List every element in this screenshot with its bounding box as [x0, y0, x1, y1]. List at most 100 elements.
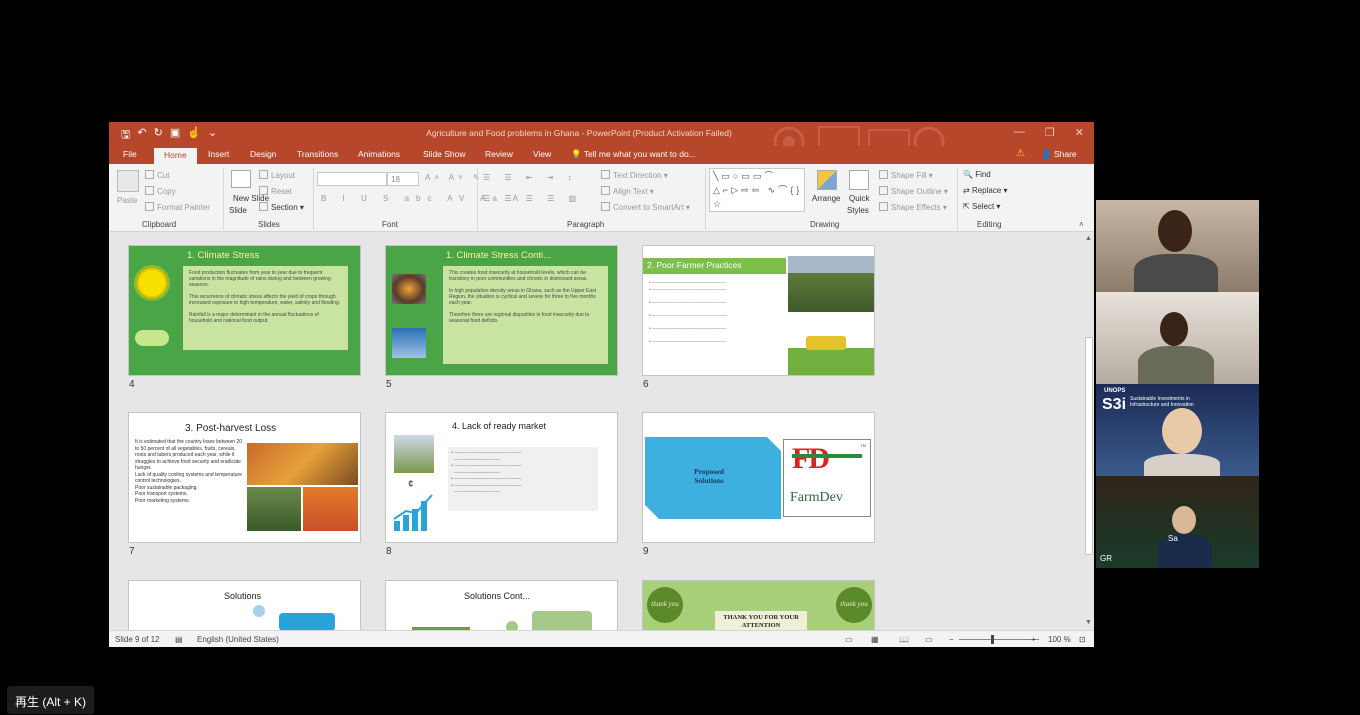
slide-count: Slide 9 of 12 — [115, 635, 160, 644]
slide-thumbnail-4[interactable]: 1. Climate Stress Food production fluctu… — [128, 245, 361, 376]
quick-styles-button[interactable]: Quick — [849, 194, 869, 203]
list-buttons[interactable]: ☰ ☰ ⇤ ⇥ ↕ — [483, 173, 578, 182]
cloud-icon — [135, 330, 169, 346]
slide-thumbnail-12[interactable]: thank you thank you THANK YOU FOR YOUR A… — [642, 580, 875, 630]
arrange-icon[interactable] — [817, 170, 837, 190]
reset-button[interactable]: Reset — [259, 186, 292, 196]
video-tile-participant-4[interactable]: Sa GR — [1096, 476, 1259, 568]
layout-button[interactable]: Layout — [259, 170, 295, 180]
quick-styles-sub: Styles — [847, 206, 869, 215]
restore-icon[interactable]: ❐ — [1045, 126, 1055, 139]
slide-thumbnail-9[interactable]: Proposed Solutions FD FarmDev TM — [642, 412, 875, 543]
warning-icon[interactable]: ⚠ — [1016, 148, 1025, 159]
clipboard-group-label: Clipboard — [142, 220, 177, 229]
zoom-out-icon[interactable]: − — [949, 635, 954, 644]
paragraph-group-label: Paragraph — [567, 220, 605, 229]
language-indicator[interactable]: English (United States) — [197, 635, 279, 644]
tab-file[interactable]: File — [123, 149, 137, 159]
tab-home[interactable]: Home — [154, 148, 197, 164]
fit-to-window-icon[interactable]: ⊡ — [1079, 635, 1086, 644]
convert-smartart-button[interactable]: Convert to SmartArt ▾ — [601, 202, 690, 212]
vertical-scrollbar[interactable]: ▲ ▼ — [1084, 233, 1094, 630]
start-from-beginning-icon[interactable]: ▣ — [170, 126, 180, 145]
slide-thumbnail-6[interactable]: 2. Poor Farmer Practices • ─────────────… — [642, 245, 875, 376]
zoom-slider-thumb[interactable] — [991, 635, 994, 644]
font-size-buttons[interactable]: A˄ A˅ ✎ — [425, 173, 484, 182]
normal-view-icon[interactable]: ▭ — [845, 635, 853, 644]
tab-animations[interactable]: Animations — [358, 149, 400, 159]
zoom-in-icon[interactable]: + — [1031, 635, 1036, 644]
slide-thumbnail-7[interactable]: 3. Post-harvest Loss It is estimated tha… — [128, 412, 361, 543]
thank-you-message: THANK YOU FOR YOUR ATTENTION — [715, 611, 807, 630]
s3i-subtitle: Sustainable Investments in Infrastructur… — [1130, 396, 1194, 408]
redo-icon[interactable]: ↻ — [154, 126, 163, 145]
align-buttons[interactable]: ☰ ☰ ☰ ☰ ▥ — [483, 194, 582, 203]
new-slide-icon[interactable] — [231, 170, 251, 188]
slide-thumbnail-5[interactable]: 1. Climate Stress Conti... This creates … — [385, 245, 618, 376]
quick-styles-icon[interactable] — [849, 170, 869, 190]
shapes-gallery[interactable]: ╲▭○▭▭⌒ △⌐▷⇨⇦ ∿⌒{}☆ — [709, 168, 805, 212]
shape-fill-button[interactable]: Shape Fill ▾ — [879, 170, 933, 180]
undo-icon[interactable]: ↶ — [137, 126, 146, 145]
corner-fold — [767, 437, 781, 451]
collapse-ribbon-icon[interactable]: ˄ — [1079, 220, 1084, 229]
cut-button[interactable]: Cut — [145, 170, 169, 180]
shape-fill-label: Shape Fill — [891, 171, 927, 180]
flood-image — [392, 328, 426, 358]
powerpoint-window: 🖫 ↶ ↻ ▣ ☝ ⌄ Agriculture and Food problem… — [109, 122, 1094, 647]
scroll-up-icon[interactable]: ▲ — [1085, 235, 1092, 242]
arrange-button[interactable]: Arrange — [812, 194, 840, 203]
slide-thumbnail-8[interactable]: 4. Lack of ready market ¢ • ────────────… — [385, 412, 618, 543]
slide-thumbnail-10[interactable]: Solutions — [128, 580, 361, 630]
paint-bucket-icon — [879, 170, 888, 179]
customize-toolbar-icon[interactable]: ⌄ — [208, 126, 217, 145]
copy-button[interactable]: Copy — [145, 186, 176, 196]
save-icon[interactable]: 🖫 — [121, 126, 130, 145]
shape-effects-button[interactable]: Shape Effects ▾ — [879, 202, 947, 212]
zoom-slider[interactable] — [959, 639, 1039, 640]
format-painter-button[interactable]: Format Painter — [145, 202, 210, 212]
tractor-icon — [806, 336, 846, 350]
lightbulb-icon: 💡 — [571, 149, 584, 159]
tab-view[interactable]: View — [533, 149, 551, 159]
play-shortcut-hint[interactable]: 再生 (Alt + K) — [7, 686, 94, 714]
align-text-button[interactable]: Align Text ▾ — [601, 186, 654, 196]
minimize-icon[interactable]: — — [1014, 126, 1025, 139]
paste-icon[interactable] — [117, 170, 139, 192]
tab-slide-show[interactable]: Slide Show — [423, 149, 466, 159]
select-button[interactable]: ⇱ Select ▾ — [963, 202, 1000, 211]
slide-8-text-box: • ─────────────────── ───────────── • ───… — [448, 447, 598, 511]
slideshow-view-icon[interactable]: ▭ — [925, 635, 933, 644]
video-tile-participant-1[interactable] — [1096, 200, 1259, 292]
video-tile-participant-2[interactable] — [1096, 292, 1259, 384]
share-button[interactable]: 👤 Share — [1041, 149, 1077, 160]
copy-label: Copy — [157, 187, 176, 196]
reset-icon — [259, 186, 268, 195]
font-name-box[interactable] — [317, 172, 387, 186]
text-direction-button[interactable]: Text Direction ▾ — [601, 170, 668, 180]
zoom-level[interactable]: 100 % — [1048, 635, 1071, 644]
scroll-down-icon[interactable]: ▼ — [1085, 619, 1092, 626]
tab-review[interactable]: Review — [485, 149, 513, 159]
slide-6-bullets: • ───────────────────── • ───────────────… — [649, 280, 727, 345]
tab-design[interactable]: Design — [250, 149, 276, 159]
close-icon[interactable]: ✕ — [1075, 126, 1084, 139]
tab-transitions[interactable]: Transitions — [297, 149, 338, 159]
find-button[interactable]: 🔍 Find — [963, 170, 991, 179]
reading-view-icon[interactable]: 📖 — [899, 635, 909, 644]
section-button[interactable]: Section ▾ — [259, 202, 304, 212]
paste-button[interactable]: Paste — [117, 196, 137, 205]
font-group-label: Font — [382, 220, 399, 229]
tab-insert[interactable]: Insert — [208, 149, 229, 159]
tell-me-search[interactable]: 💡 Tell me what you want to do... — [571, 149, 696, 160]
shape-outline-button[interactable]: Shape Outline ▾ — [879, 186, 948, 196]
slide-thumbnail-11[interactable]: Solutions Cont... — [385, 580, 618, 630]
replace-button[interactable]: ⇄ Replace ▾ — [963, 186, 1008, 195]
scrollbar-thumb[interactable] — [1085, 337, 1093, 555]
slide-6-title: 2. Poor Farmer Practices — [647, 260, 742, 270]
spell-check-icon[interactable]: ▤ — [175, 635, 183, 644]
touch-mode-icon[interactable]: ☝ — [187, 126, 201, 145]
video-tile-participant-3[interactable]: UNOPS S3i Sustainable Investments in Inf… — [1096, 384, 1259, 476]
slide-sorter-view-icon[interactable]: ▦ — [871, 635, 879, 644]
font-size-box[interactable]: 18 — [387, 172, 419, 186]
